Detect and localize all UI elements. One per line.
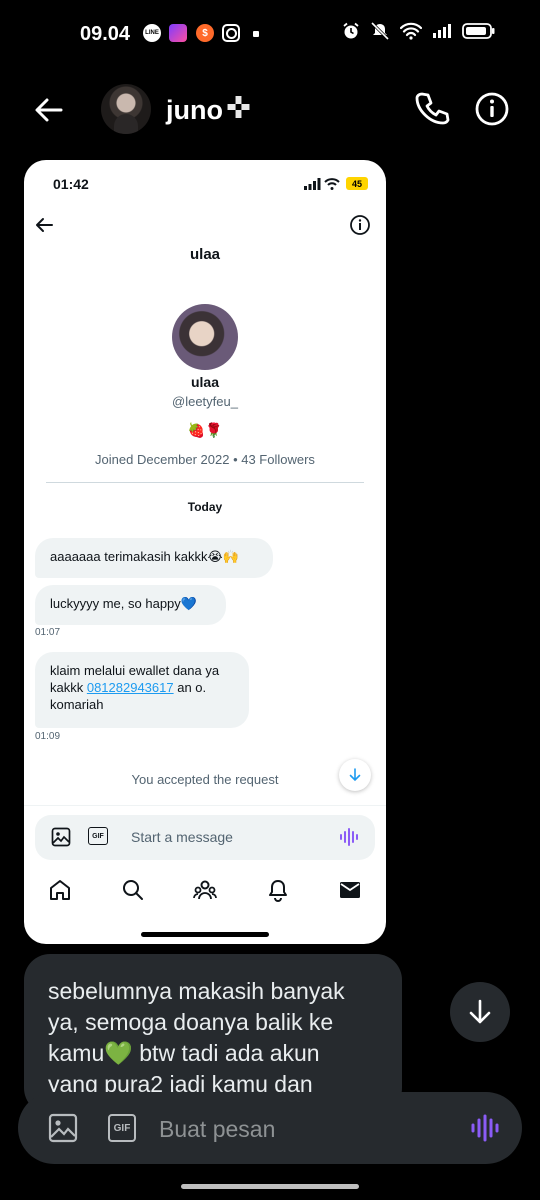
app-icon xyxy=(169,24,187,42)
chat-header: juno ✜ xyxy=(0,75,540,145)
alarm-icon xyxy=(343,22,359,39)
inner-divider xyxy=(46,482,364,483)
shared-screenshot-image[interactable]: 01:42 45 ulaa ulaa @leetyfeu_ 🍓🌹 Joined … xyxy=(24,160,386,944)
inner-message-time: 01:09 xyxy=(35,731,61,742)
line-icon: LINE xyxy=(143,24,161,42)
call-icon xyxy=(415,92,450,125)
inner-message-link: 081282943617 xyxy=(86,680,174,695)
inner-mail-icon xyxy=(340,882,360,898)
wifi-icon xyxy=(400,22,422,40)
message-input[interactable]: Buat pesan xyxy=(159,1116,275,1143)
message-line: sebelumnya makasih banyak xyxy=(48,978,345,1004)
inner-composer-placeholder: Start a message xyxy=(131,829,233,845)
gif-button[interactable]: GIF xyxy=(108,1114,136,1142)
info-icon xyxy=(475,92,509,126)
inner-home-icon xyxy=(50,880,70,900)
inner-status-time: 01:42 xyxy=(53,176,89,192)
inner-search-icon xyxy=(123,880,143,900)
inner-info-icon xyxy=(350,215,370,235)
inner-date-divider: Today xyxy=(187,500,223,514)
dana-icon: $ xyxy=(196,24,214,42)
inner-composer: GIF Start a message xyxy=(35,815,375,860)
inner-message-time: 01:07 xyxy=(35,627,61,638)
mute-icon xyxy=(370,22,390,40)
inner-arrow-left-icon xyxy=(36,218,53,232)
inner-message: klaim melalui ewallet dana ya kakkk 0812… xyxy=(35,652,249,728)
inner-composer-separator xyxy=(24,805,386,806)
arrow-left-icon xyxy=(35,98,63,122)
inner-bell-icon xyxy=(269,880,287,902)
arrow-down-icon xyxy=(469,999,491,1024)
inner-signal-wifi-icon xyxy=(304,178,340,190)
inner-communities-icon xyxy=(193,880,217,900)
battery-icon xyxy=(462,23,495,39)
inner-profile-bio: 🍓🌹 xyxy=(187,422,223,438)
inner-message: aaaaaaa terimakasih kakkk😭🙌 xyxy=(35,538,273,578)
inner-gif-icon: GIF xyxy=(88,827,108,845)
inner-status-bar: 01:42 45 xyxy=(24,160,386,206)
message-bubble[interactable]: sebelumnya makasih banyak ya, semoga doa… xyxy=(24,954,402,1114)
inner-message: luckyyyy me, so happy💙 xyxy=(35,585,226,625)
status-time: 09.04 xyxy=(80,23,131,45)
message-line: ya, semoga doanya balik ke xyxy=(48,1009,334,1035)
inner-profile-name: ulaa xyxy=(190,374,219,390)
image-icon[interactable] xyxy=(48,1113,78,1143)
line-label: LINE xyxy=(145,30,159,36)
message-composer[interactable]: GIF Buat pesan xyxy=(18,1092,522,1164)
inner-arrow-down-icon xyxy=(349,768,361,782)
call-button[interactable] xyxy=(413,89,451,127)
inner-profile-handle: @leetyfeu_ xyxy=(172,394,238,409)
inner-voice-icon xyxy=(340,828,358,846)
inner-bottom-nav xyxy=(24,872,386,908)
name-decoration: ✜ xyxy=(226,92,252,125)
status-right xyxy=(342,22,496,40)
inner-scroll-down-button xyxy=(339,759,371,791)
contact-name[interactable]: juno xyxy=(166,95,223,126)
info-button[interactable] xyxy=(474,91,510,127)
notification-dot-icon xyxy=(253,31,259,37)
inner-home-indicator xyxy=(141,932,269,937)
instagram-icon xyxy=(222,24,240,42)
signal-icon xyxy=(433,24,451,38)
inner-profile-joined: Joined December 2022 • 43 Followers xyxy=(95,452,315,467)
message-line: kamu💚 btw tadi ada akun xyxy=(48,1040,320,1066)
inner-profile-avatar xyxy=(172,304,238,370)
scroll-to-bottom-button[interactable] xyxy=(450,982,510,1042)
back-button[interactable] xyxy=(30,91,68,129)
home-indicator[interactable] xyxy=(181,1184,359,1189)
voice-message-icon[interactable] xyxy=(470,1113,500,1143)
inner-image-icon xyxy=(51,827,71,847)
inner-conversation-title: ulaa xyxy=(189,246,220,263)
status-bar: 09.04 LINE $ xyxy=(0,0,540,66)
contact-avatar[interactable] xyxy=(101,84,151,134)
inner-system-message: You accepted the request xyxy=(131,772,279,787)
inner-battery: 45 xyxy=(346,177,368,190)
